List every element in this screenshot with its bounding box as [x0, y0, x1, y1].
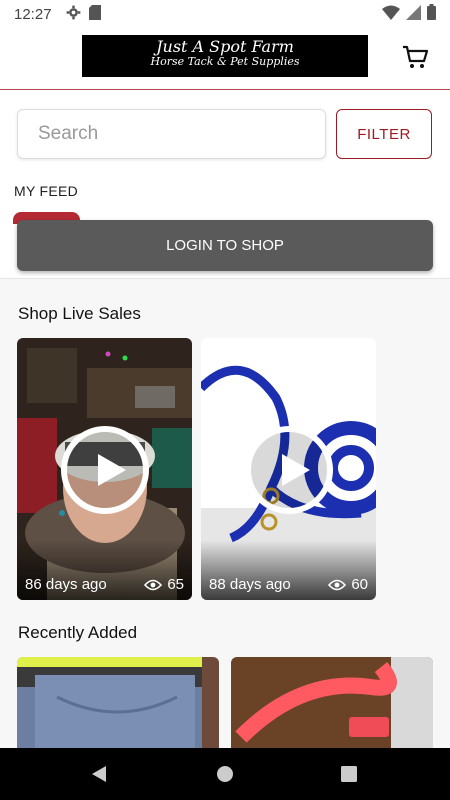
my-feed-label: MY FEED: [14, 183, 79, 199]
wifi-icon: [382, 5, 400, 24]
live-sale-meta: 86 days ago 65: [17, 540, 192, 600]
live-sale-card[interactable]: 86 days ago 65: [17, 338, 192, 600]
store-logo[interactable]: Just A Spot Farm Horse Tack & Pet Suppli…: [82, 35, 368, 77]
login-to-shop-button[interactable]: LOGIN TO SHOP: [17, 220, 433, 271]
logo-title: Just A Spot Farm: [156, 37, 294, 56]
product-card[interactable]: [17, 657, 219, 749]
back-icon[interactable]: [90, 765, 108, 783]
live-sale-meta: 88 days ago 60: [201, 540, 376, 600]
eye-icon: [328, 579, 347, 590]
live-sale-age: 86 days ago: [25, 576, 107, 593]
play-icon[interactable]: [245, 426, 333, 514]
live-sale-views: 60: [328, 576, 368, 593]
home-icon[interactable]: [216, 765, 234, 783]
eye-icon: [144, 579, 163, 590]
search-input[interactable]: [17, 109, 326, 159]
filter-button[interactable]: FILTER: [336, 109, 432, 159]
logo-subtitle: Horse Tack & Pet Supplies: [150, 54, 300, 68]
shop-live-sales-title: Shop Live Sales: [18, 304, 141, 323]
app-header: Just A Spot Farm Horse Tack & Pet Suppli…: [0, 28, 450, 90]
status-time: 12:27: [14, 5, 52, 23]
signal-icon: [406, 4, 421, 24]
play-icon[interactable]: [61, 426, 149, 514]
product-card[interactable]: [231, 657, 433, 749]
main-content: Shop Live Sales 86 days ago 65 88 days a…: [0, 278, 450, 749]
live-sale-age: 88 days ago: [209, 576, 291, 593]
sd-card-icon: [88, 4, 101, 24]
cart-icon[interactable]: [402, 44, 429, 70]
recently-added-title: Recently Added: [18, 623, 138, 642]
status-bar: 12:27: [0, 0, 450, 28]
recents-icon[interactable]: [341, 766, 357, 782]
product-image: [231, 657, 433, 749]
system-nav-bar: [0, 748, 450, 800]
live-sale-card[interactable]: 88 days ago 60: [201, 338, 376, 600]
live-sale-views: 65: [144, 576, 184, 593]
settings-status-icon: [66, 5, 81, 24]
battery-icon: [427, 4, 436, 24]
view-count: 60: [351, 576, 368, 593]
view-count: 65: [167, 576, 184, 593]
product-image: [17, 657, 219, 749]
